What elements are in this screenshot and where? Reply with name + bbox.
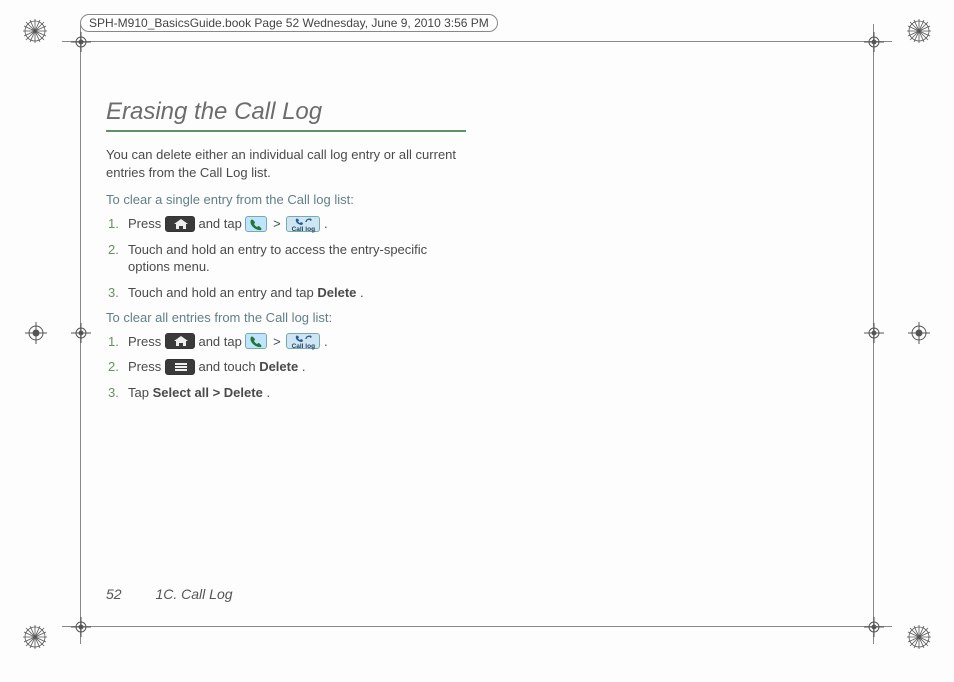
step-text: Touch and hold an entry and tap — [128, 285, 317, 300]
ui-label-delete: Delete — [259, 359, 298, 374]
call-log-icon: Call log — [286, 216, 320, 232]
steps-list-single: 1. Press and tap > Call log . 2. Touch a… — [106, 215, 466, 301]
step-text: . — [324, 334, 328, 349]
step-text: and tap — [198, 334, 245, 349]
page-header-text: SPH-M910_BasicsGuide.book Page 52 Wednes… — [89, 16, 489, 30]
subheading-single: To clear a single entry from the Call lo… — [106, 191, 466, 209]
phone-icon — [245, 216, 267, 232]
registration-cross-br — [864, 617, 884, 637]
step-text: . — [324, 216, 328, 231]
registration-cross-right-mid — [864, 323, 884, 343]
step-text: and tap — [198, 216, 245, 231]
registration-cross-left-mid — [71, 323, 91, 343]
step-text: Press — [128, 334, 165, 349]
page-header-pill: SPH-M910_BasicsGuide.book Page 52 Wednes… — [80, 14, 498, 32]
step-text: Tap — [128, 385, 153, 400]
steps-list-all: 1. Press and tap > Call log . 2. Press — [106, 333, 466, 402]
intro-paragraph: You can delete either an individual call… — [106, 146, 466, 181]
menu-button-icon — [165, 359, 195, 375]
call-log-icon: Call log — [286, 333, 320, 349]
subheading-all: To clear all entries from the Call log l… — [106, 309, 466, 327]
step-text: Press — [128, 359, 165, 374]
step-2: 2. Touch and hold an entry to access the… — [106, 241, 466, 276]
crop-line-top — [62, 41, 892, 42]
ui-label-select-all: Select all — [153, 385, 209, 400]
page-number: 52 — [106, 586, 122, 602]
breadcrumb-separator: > — [213, 385, 224, 400]
page-footer: 52 1C. Call Log — [106, 586, 233, 602]
step-num: 2. — [108, 358, 119, 376]
registration-cross-tr — [864, 32, 884, 52]
call-log-label: Call log — [289, 343, 317, 350]
step-2: 2. Press and touch Delete . — [106, 358, 466, 376]
step-text: and touch — [198, 359, 259, 374]
registration-mark-top-left — [22, 18, 48, 44]
registration-cross-bl — [71, 617, 91, 637]
step-num: 1. — [108, 215, 119, 233]
crop-line-bottom — [62, 626, 892, 627]
step-num: 1. — [108, 333, 119, 351]
ui-label-delete: Delete — [317, 285, 356, 300]
registration-target-right — [908, 322, 930, 344]
step-text: Press — [128, 216, 165, 231]
section-title: Erasing the Call Log — [106, 96, 466, 128]
home-button-icon — [165, 333, 195, 349]
step-text: . — [302, 359, 306, 374]
registration-cross-tl — [71, 32, 91, 52]
breadcrumb-separator: > — [271, 216, 286, 231]
registration-mark-bottom-left — [22, 624, 48, 650]
title-underline — [106, 130, 466, 132]
step-num: 3. — [108, 384, 119, 402]
registration-mark-bottom-right — [906, 624, 932, 650]
step-text: Touch and hold an entry to access the en… — [128, 242, 427, 275]
step-1: 1. Press and tap > Call log . — [106, 215, 466, 233]
registration-target-left — [25, 322, 47, 344]
main-column: Erasing the Call Log You can delete eith… — [106, 96, 466, 409]
call-log-label: Call log — [289, 226, 317, 233]
registration-mark-top-right — [906, 18, 932, 44]
step-3: 3. Touch and hold an entry and tap Delet… — [106, 284, 466, 302]
phone-icon — [245, 333, 267, 349]
step-3: 3. Tap Select all > Delete . — [106, 384, 466, 402]
step-num: 2. — [108, 241, 119, 259]
step-num: 3. — [108, 284, 119, 302]
step-text: . — [266, 385, 270, 400]
step-1: 1. Press and tap > Call log . — [106, 333, 466, 351]
breadcrumb-separator: > — [271, 334, 286, 349]
step-text: . — [360, 285, 364, 300]
home-button-icon — [165, 216, 195, 232]
ui-label-delete: Delete — [224, 385, 263, 400]
footer-section-label: 1C. Call Log — [155, 586, 232, 602]
